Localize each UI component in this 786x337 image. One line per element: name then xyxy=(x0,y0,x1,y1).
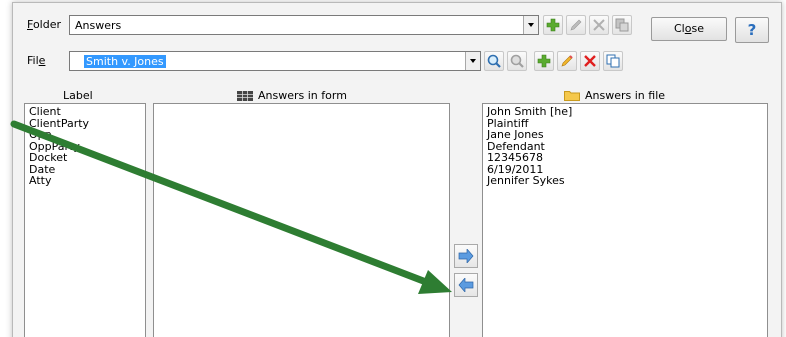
close-button[interactable]: Close xyxy=(651,17,727,41)
file-copy-button[interactable] xyxy=(603,51,623,71)
move-left-button[interactable] xyxy=(454,273,478,297)
list-item[interactable]: Client xyxy=(25,106,145,118)
file-column-header: Answers in file xyxy=(564,89,665,104)
folder-delete-button[interactable] xyxy=(589,15,609,35)
folder-icon xyxy=(564,89,580,104)
move-right-button[interactable] xyxy=(454,244,478,268)
file-add-button[interactable] xyxy=(534,51,554,71)
folder-combo[interactable]: Answers xyxy=(69,15,539,35)
help-button[interactable]: ? xyxy=(735,17,769,43)
magnifier-icon xyxy=(487,54,501,68)
folder-add-button[interactable] xyxy=(543,15,563,35)
plus-icon xyxy=(546,18,560,32)
copy-folder-icon xyxy=(615,18,629,32)
list-item[interactable]: Atty xyxy=(25,175,145,187)
magnifier-disabled-icon xyxy=(510,54,524,68)
answer-file-dialog: Folder Answers Close ? File Smith v. Jon… xyxy=(12,2,782,337)
file-dropdown-icon[interactable] xyxy=(465,52,480,70)
pencil-icon xyxy=(561,55,573,67)
file-combo[interactable]: Smith v. Jones xyxy=(69,51,481,71)
list-item[interactable]: Opp xyxy=(25,129,145,141)
folder-label: Folder xyxy=(27,18,61,31)
answers-in-file-list[interactable]: John Smith [he] Plaintiff Jane Jones Defend… xyxy=(482,103,768,337)
file-search-disabled-button[interactable] xyxy=(507,51,527,71)
plus-icon xyxy=(537,54,551,68)
help-icon: ? xyxy=(747,21,757,39)
label-column-header: Label xyxy=(63,89,93,102)
arrow-left-icon xyxy=(458,278,474,292)
form-column-header: Answers in form xyxy=(237,89,347,104)
label-list[interactable]: Client ClientParty Opp OppParty Docket Date At… xyxy=(24,103,146,337)
file-delete-button[interactable] xyxy=(580,51,600,71)
list-item[interactable]: Jennifer Sykes xyxy=(483,175,767,187)
file-search-button[interactable] xyxy=(484,51,504,71)
list-item[interactable]: John Smith [he] xyxy=(483,106,767,118)
list-item[interactable]: 12345678 xyxy=(483,152,767,164)
folder-rename-button[interactable] xyxy=(566,15,586,35)
answers-in-form-list[interactable] xyxy=(153,103,450,337)
list-item[interactable]: Jane Jones xyxy=(483,129,767,141)
delete-icon xyxy=(584,55,596,67)
list-item[interactable]: Docket xyxy=(25,152,145,164)
folder-dropdown-icon[interactable] xyxy=(523,16,538,34)
folder-value: Answers xyxy=(75,19,122,32)
folder-copy-button[interactable] xyxy=(612,15,632,35)
file-label: File xyxy=(27,54,46,67)
copy-icon xyxy=(606,54,620,68)
delete-icon xyxy=(593,19,605,31)
file-edit-button[interactable] xyxy=(557,51,577,71)
arrow-right-icon xyxy=(458,249,474,263)
file-value[interactable]: Smith v. Jones xyxy=(84,55,166,68)
pencil-icon xyxy=(570,19,582,31)
